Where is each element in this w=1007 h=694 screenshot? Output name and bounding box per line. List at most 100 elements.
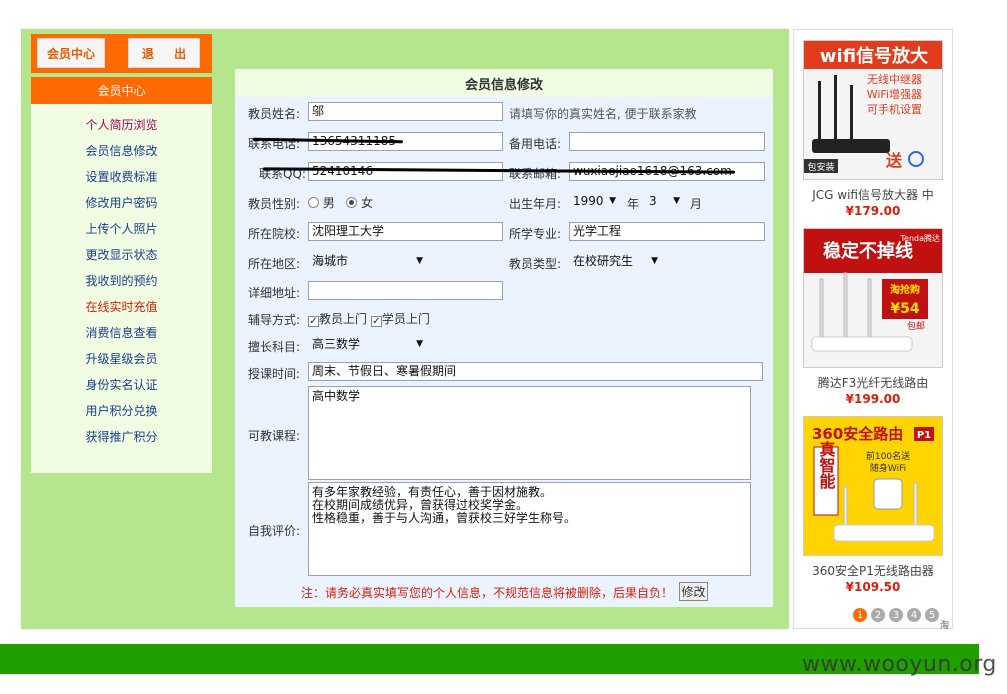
- courses-label: 可教课程:: [248, 429, 301, 443]
- sidebar-item-points-exchange[interactable]: 用户积分兑换: [31, 397, 212, 423]
- mode-teacher-checkbox[interactable]: ✓: [308, 316, 319, 327]
- svg-text:稳定不掉线: 稳定不掉线: [823, 240, 913, 262]
- sidebar-item-upgrade-star[interactable]: 升级星级会员: [31, 345, 212, 371]
- teacher-type-select[interactable]: 在校研究生 ▼: [569, 251, 661, 270]
- name-label: 教员姓名:: [248, 107, 301, 121]
- courses-textarea[interactable]: 高中数学: [308, 386, 751, 480]
- gender-male-text: 男: [322, 196, 335, 210]
- birth-month-unit: 月: [690, 197, 703, 211]
- sidebar-item-display-status[interactable]: 更改显示状态: [31, 241, 212, 267]
- mode-student-checkbox[interactable]: ✓: [370, 316, 382, 327]
- chevron-down-icon: ▼: [416, 338, 423, 349]
- gender-female-text: 女: [361, 196, 374, 210]
- pager-dot-5[interactable]: 5: [925, 608, 939, 622]
- submit-button[interactable]: 修改: [679, 582, 708, 601]
- svg-text:无线中继器: 无线中继器: [867, 72, 922, 86]
- sidebar-item-appointments[interactable]: 我收到的预约: [31, 267, 212, 293]
- sidebar-item-resume[interactable]: 个人简历浏览: [31, 111, 212, 137]
- mode-student-text: 学员上门: [381, 312, 430, 326]
- phone2-input[interactable]: [569, 132, 765, 151]
- teacher-type-value: 在校研究生: [573, 254, 634, 268]
- mode-options: ✓教员上门 ✓学员上门: [308, 310, 430, 327]
- sidebar-item-edit-info[interactable]: 会员信息修改: [31, 137, 212, 163]
- page: 会员中心 退 出 会员中心 个人简历浏览 会员信息修改 设置收费标准 修改用户密…: [0, 0, 1007, 694]
- ad-price: ¥109.50: [845, 580, 901, 594]
- form-title: 会员信息修改: [235, 69, 773, 97]
- school-input[interactable]: 沈阳理工大学: [308, 222, 503, 241]
- gender-female-radio[interactable]: [346, 197, 358, 208]
- sidebar-item-upload-photo[interactable]: 上传个人照片: [31, 215, 212, 241]
- sidebar-menu: 个人简历浏览 会员信息修改 设置收费标准 修改用户密码 上传个人照片 更改显示状…: [31, 104, 212, 449]
- chevron-down-icon: ▼: [416, 255, 423, 266]
- sidebar-item-fee-settings[interactable]: 设置收费标准: [31, 163, 212, 189]
- gender-male-radio[interactable]: [308, 197, 319, 208]
- svg-text:真智能: 真智能: [817, 440, 836, 490]
- tenda-router-image: 稳定不掉线 Tenda腾达 淘抢购 ¥54 包邮: [804, 229, 942, 367]
- svg-text:WiFi增强器: WiFi增强器: [867, 87, 922, 101]
- mode-label: 辅导方式:: [248, 313, 301, 327]
- ad-image-360-router[interactable]: 360安全路由 P1 真智能 前100名送 随身WiFi: [803, 416, 943, 556]
- svg-text:包安装: 包安装: [807, 161, 834, 173]
- form-note: 注：请务必真实填写您的个人信息，不规范信息将被删除，后果自负！: [301, 586, 674, 600]
- sidebar-item-identity[interactable]: 身份实名认证: [31, 371, 212, 397]
- time-label: 授课时间:: [248, 367, 301, 381]
- ad-pager: 1 2 3 4 5: [853, 608, 939, 622]
- area-value: 海城市: [312, 254, 349, 268]
- ad-price: ¥179.00: [845, 204, 901, 218]
- sidebar-item-recharge[interactable]: 在线实时充值: [31, 293, 212, 319]
- type-label: 教员类型:: [509, 257, 562, 271]
- member-info-form: 会员信息修改 教员姓名: 邬 请填写你的真实姓名, 便于联系家教 联系电话: 1…: [235, 69, 773, 607]
- pager-dot-4[interactable]: 4: [907, 608, 921, 622]
- chevron-down-icon: ▼: [651, 255, 658, 266]
- area-label: 所在地区:: [248, 257, 301, 271]
- phone2-label: 备用电话:: [509, 137, 562, 151]
- ad-name[interactable]: 360安全P1无线路由器: [794, 562, 952, 579]
- birth-year-select[interactable]: 1990 ▼: [569, 191, 619, 210]
- svg-text:¥54: ¥54: [890, 301, 919, 317]
- svg-text:wifi信号放大: wifi信号放大: [820, 45, 928, 67]
- school-label: 所在院校:: [248, 227, 301, 241]
- subject-select[interactable]: 高三数学 ▼: [308, 334, 426, 353]
- svg-text:包邮: 包邮: [907, 320, 925, 332]
- svg-text:淘抢购: 淘抢购: [890, 283, 920, 296]
- major-label: 所学专业:: [509, 227, 562, 241]
- svg-text:Tenda腾达: Tenda腾达: [900, 233, 941, 243]
- sidebar-item-change-password[interactable]: 修改用户密码: [31, 189, 212, 215]
- chevron-down-icon: ▼: [609, 195, 616, 206]
- logout-button[interactable]: 退 出: [128, 38, 200, 68]
- email-label: 联系邮箱:: [509, 167, 562, 181]
- sidebar-header: 会员中心: [31, 77, 212, 104]
- 360-router-image: 360安全路由 P1 真智能 前100名送 随身WiFi: [804, 417, 942, 555]
- self-eval-textarea[interactable]: 有多年家教经验，有责任心，善于因材施教。 在校期间成绩优异，曾获得过校奖学金。 …: [308, 482, 751, 576]
- watermark: www.wooyun.org: [802, 652, 997, 677]
- birth-year-unit: 年: [627, 197, 640, 211]
- chevron-down-icon: ▼: [673, 195, 680, 206]
- gender-label: 教员性别:: [248, 197, 301, 211]
- birth-year-value: 1990: [573, 193, 604, 208]
- major-input[interactable]: 光学工程: [569, 222, 765, 241]
- birth-month-select[interactable]: 3 ▼: [645, 191, 683, 210]
- sidebar-item-consumption[interactable]: 消费信息查看: [31, 319, 212, 345]
- pager-dot-1[interactable]: 1: [853, 608, 867, 622]
- top-button-bar: 会员中心 退 出: [31, 34, 212, 73]
- member-center-button[interactable]: 会员中心: [37, 38, 105, 68]
- ad-image-tenda-router[interactable]: 稳定不掉线 Tenda腾达 淘抢购 ¥54 包邮: [803, 228, 943, 368]
- address-label: 详细地址:: [248, 286, 301, 300]
- svg-text:送: 送: [885, 151, 903, 170]
- name-input[interactable]: 邬: [308, 102, 503, 121]
- ad-image-wifi-extender[interactable]: wifi信号放大 无线中继器 WiFi增强器 可手机设置 包安装 送: [803, 40, 943, 180]
- ad-name[interactable]: JCG wifi信号放大器 中: [794, 186, 952, 203]
- taobao-mark: 淘: [940, 621, 950, 631]
- address-input[interactable]: [308, 281, 503, 300]
- ad-name[interactable]: 腾达F3光纤无线路由: [794, 374, 952, 391]
- time-input[interactable]: 周末、节假日、寒暑假期间: [308, 362, 763, 381]
- area-select[interactable]: 海城市 ▼: [308, 251, 426, 270]
- ad-price: ¥199.00: [845, 392, 901, 406]
- mode-teacher-text: 教员上门: [319, 312, 368, 326]
- ad-column: wifi信号放大 无线中继器 WiFi增强器 可手机设置 包安装 送 JCG w…: [793, 29, 953, 631]
- name-hint: 请填写你的真实姓名, 便于联系家教: [509, 107, 697, 121]
- pager-dot-3[interactable]: 3: [889, 608, 903, 622]
- pager-dot-2[interactable]: 2: [871, 608, 885, 622]
- sidebar-item-promotion-points[interactable]: 获得推广积分: [31, 423, 212, 449]
- svg-text:随身WiFi: 随身WiFi: [870, 462, 906, 474]
